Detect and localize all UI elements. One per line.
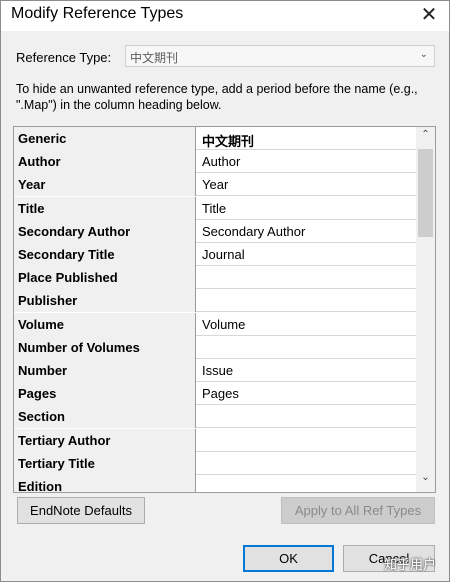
field-label-cell[interactable] <box>197 475 418 492</box>
table-row: Secondary Author Secondary Author <box>14 219 418 243</box>
field-label-cell[interactable] <box>197 336 418 359</box>
field-name-cell: Author <box>14 150 196 174</box>
field-name-cell: Publisher <box>14 289 196 313</box>
field-name-cell: Place Published <box>14 266 196 290</box>
field-name-cell: Pages <box>14 382 196 406</box>
field-name-cell: Section <box>14 405 196 429</box>
table-row: Edition <box>14 475 418 492</box>
table-row: Place Published <box>14 266 418 290</box>
field-name-cell: Generic <box>14 127 196 150</box>
chevron-down-icon: ⌄ <box>419 49 428 60</box>
close-icon[interactable]: ✕ <box>417 3 441 27</box>
instructions-text: To hide an unwanted reference type, add … <box>16 82 418 112</box>
field-label-cell[interactable]: Year <box>197 173 418 196</box>
field-name-cell: Year <box>14 173 196 197</box>
ok-button[interactable]: OK <box>243 545 334 572</box>
table-row: Year Year <box>14 173 418 197</box>
field-label-cell[interactable]: Pages <box>197 382 418 405</box>
table-row: Volume Volume <box>14 312 418 336</box>
field-name-cell: Secondary Title <box>14 243 196 266</box>
reference-type-label: Reference Type: <box>16 50 112 65</box>
field-label-cell[interactable] <box>197 289 418 312</box>
field-label-cell[interactable] <box>197 452 418 475</box>
field-label-cell[interactable]: Volume <box>197 313 418 336</box>
field-label-cell[interactable]: Author <box>197 150 418 173</box>
field-label-cell[interactable] <box>197 429 418 452</box>
table-row: Publisher <box>14 289 418 313</box>
field-name-cell: Tertiary Author <box>14 428 196 452</box>
table-row: Tertiary Title <box>14 451 418 475</box>
table-row: Number of Volumes <box>14 335 418 359</box>
window-title: Modify Reference Types <box>11 5 184 22</box>
table-row: Secondary Title Journal <box>14 243 418 266</box>
scroll-up-icon[interactable]: ⌃ <box>416 129 435 147</box>
table-row: Number Issue <box>14 359 418 382</box>
field-name-cell: Title <box>14 196 196 220</box>
watermark: 知乎用户 <box>384 557 437 572</box>
field-label-cell[interactable] <box>197 266 418 289</box>
apply-to-all-button[interactable]: Apply to All Ref Types <box>281 497 435 524</box>
field-label-cell[interactable]: Issue <box>197 359 418 382</box>
field-name-cell: Number <box>14 359 196 382</box>
endnote-defaults-button[interactable]: EndNote Defaults <box>17 497 145 524</box>
reference-type-value: 中文期刊 <box>130 51 179 65</box>
field-name-cell: Edition <box>14 475 196 492</box>
field-label-cell[interactable]: 中文期刊 <box>197 127 418 150</box>
field-name-cell: Volume <box>14 312 196 336</box>
field-grid: Generic 中文期刊 Author Author Year Year Title Titl… <box>13 126 436 493</box>
field-name-cell: Number of Volumes <box>14 335 196 359</box>
table-row: Author Author <box>14 150 418 174</box>
field-label-cell[interactable]: Journal <box>197 243 418 266</box>
table-row: Pages Pages <box>14 382 418 406</box>
scroll-thumb[interactable] <box>418 149 433 237</box>
table-row: Generic 中文期刊 <box>14 127 418 150</box>
vertical-scrollbar[interactable]: ⌃ ⌄ <box>416 127 435 492</box>
table-row: Section <box>14 405 418 429</box>
field-label-cell[interactable]: Title <box>197 197 418 220</box>
table-row: Tertiary Author <box>14 428 418 452</box>
title-bar: Modify Reference Types ✕ <box>1 1 449 31</box>
field-name-cell: Secondary Author <box>14 219 196 243</box>
field-label-cell[interactable] <box>197 405 418 428</box>
reference-type-select[interactable]: 中文期刊 ⌄ <box>125 45 435 67</box>
scroll-down-icon[interactable]: ⌄ <box>416 472 435 490</box>
modify-reference-types-dialog: Modify Reference Types ✕ Reference Type:… <box>0 0 450 582</box>
table-row: Title Title <box>14 196 418 220</box>
field-label-cell[interactable]: Secondary Author <box>197 220 418 243</box>
field-name-cell: Tertiary Title <box>14 451 196 475</box>
